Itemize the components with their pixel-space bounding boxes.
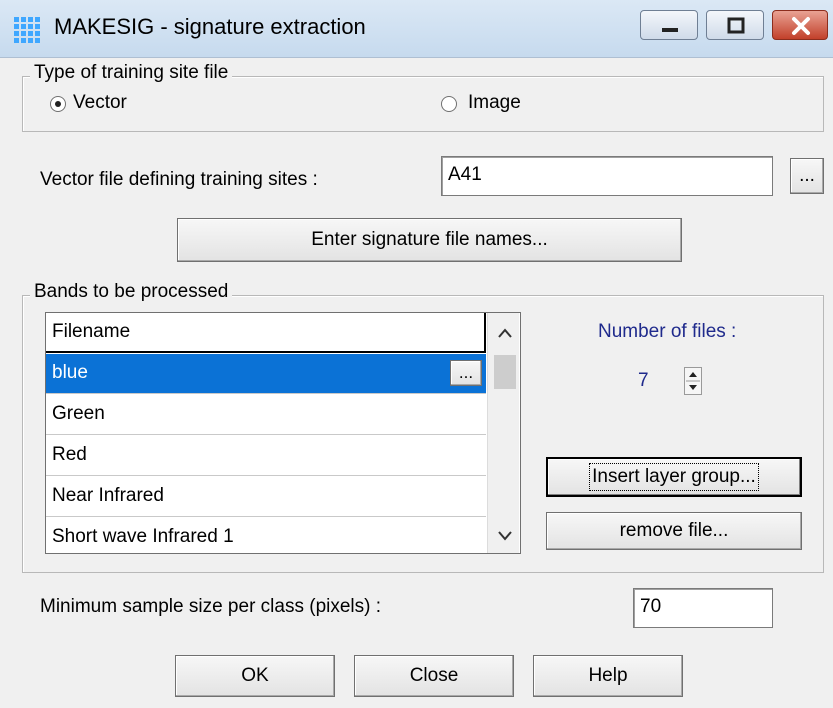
band-row-browse-label: ... — [458, 363, 474, 382]
help-label: Help — [588, 665, 628, 686]
scroll-up-icon[interactable] — [497, 327, 513, 339]
vector-file-label: Vector file defining training sites : — [40, 169, 318, 190]
app-grid-icon — [14, 17, 40, 43]
remove-file-button[interactable]: remove file... — [546, 512, 802, 550]
window-title: MAKESIG - signature extraction — [54, 14, 366, 39]
band-row[interactable]: Near Infrared — [46, 477, 486, 517]
enter-signature-file-names-button[interactable]: Enter signature file names... — [177, 218, 682, 262]
number-of-files-label: Number of files : — [598, 321, 737, 342]
vector-radio-label[interactable]: Vector — [73, 92, 127, 114]
vector-radio[interactable] — [50, 96, 66, 112]
band-row-browse-button[interactable]: ... — [450, 360, 482, 386]
ok-label: OK — [241, 665, 269, 686]
maximize-button[interactable] — [706, 10, 764, 40]
number-of-files-value: 7 — [638, 370, 649, 391]
band-row-label: blue — [52, 362, 88, 383]
number-of-files-spinner[interactable] — [684, 367, 702, 395]
bands-file-list[interactable]: Filename blue ... Green Red Near Infrare… — [45, 312, 521, 554]
remove-file-label: remove file... — [619, 520, 729, 541]
vector-file-browse-label: ... — [799, 165, 815, 186]
close-label: Close — [409, 665, 459, 686]
close-button[interactable]: Close — [354, 655, 514, 697]
enter-signature-label: Enter signature file names... — [311, 229, 548, 250]
help-button[interactable]: Help — [533, 655, 683, 697]
image-radio[interactable] — [441, 96, 457, 112]
band-row-label: Short wave Infrared 1 — [52, 526, 234, 547]
close-window-button[interactable] — [772, 10, 828, 40]
title-bar: MAKESIG - signature extraction — [0, 0, 833, 58]
insert-layer-group-button[interactable]: Insert layer group... — [546, 457, 802, 497]
close-icon — [792, 17, 810, 35]
training-type-legend: Type of training site file — [30, 62, 233, 84]
list-vertical-scrollbar[interactable] — [487, 313, 519, 553]
scroll-down-icon[interactable] — [497, 529, 513, 541]
band-row-label: Red — [52, 444, 87, 465]
band-row[interactable]: Red — [46, 436, 486, 476]
image-radio-label[interactable]: Image — [468, 92, 521, 114]
bands-legend: Bands to be processed — [30, 281, 233, 303]
minimize-icon — [662, 28, 678, 32]
band-row[interactable]: blue ... — [46, 354, 486, 394]
insert-layer-group-label: Insert layer group... — [589, 463, 759, 491]
training-type-group — [22, 76, 824, 132]
band-row[interactable]: Short wave Infrared 1 — [46, 518, 486, 553]
band-row-label: Green — [52, 403, 105, 424]
filename-column-header[interactable]: Filename — [46, 313, 486, 353]
band-row-label: Near Infrared — [52, 485, 164, 506]
vector-file-input[interactable]: A41 — [441, 156, 773, 196]
spin-down-icon[interactable] — [685, 382, 701, 394]
minimize-button[interactable] — [640, 10, 698, 40]
band-row[interactable]: Green — [46, 395, 486, 435]
ok-button[interactable]: OK — [175, 655, 335, 697]
scrollbar-thumb[interactable] — [494, 355, 516, 389]
maximize-icon — [727, 17, 745, 34]
min-sample-input[interactable]: 70 — [633, 588, 773, 628]
min-sample-label: Minimum sample size per class (pixels) : — [40, 596, 382, 617]
vector-file-browse-button[interactable]: ... — [790, 158, 824, 194]
